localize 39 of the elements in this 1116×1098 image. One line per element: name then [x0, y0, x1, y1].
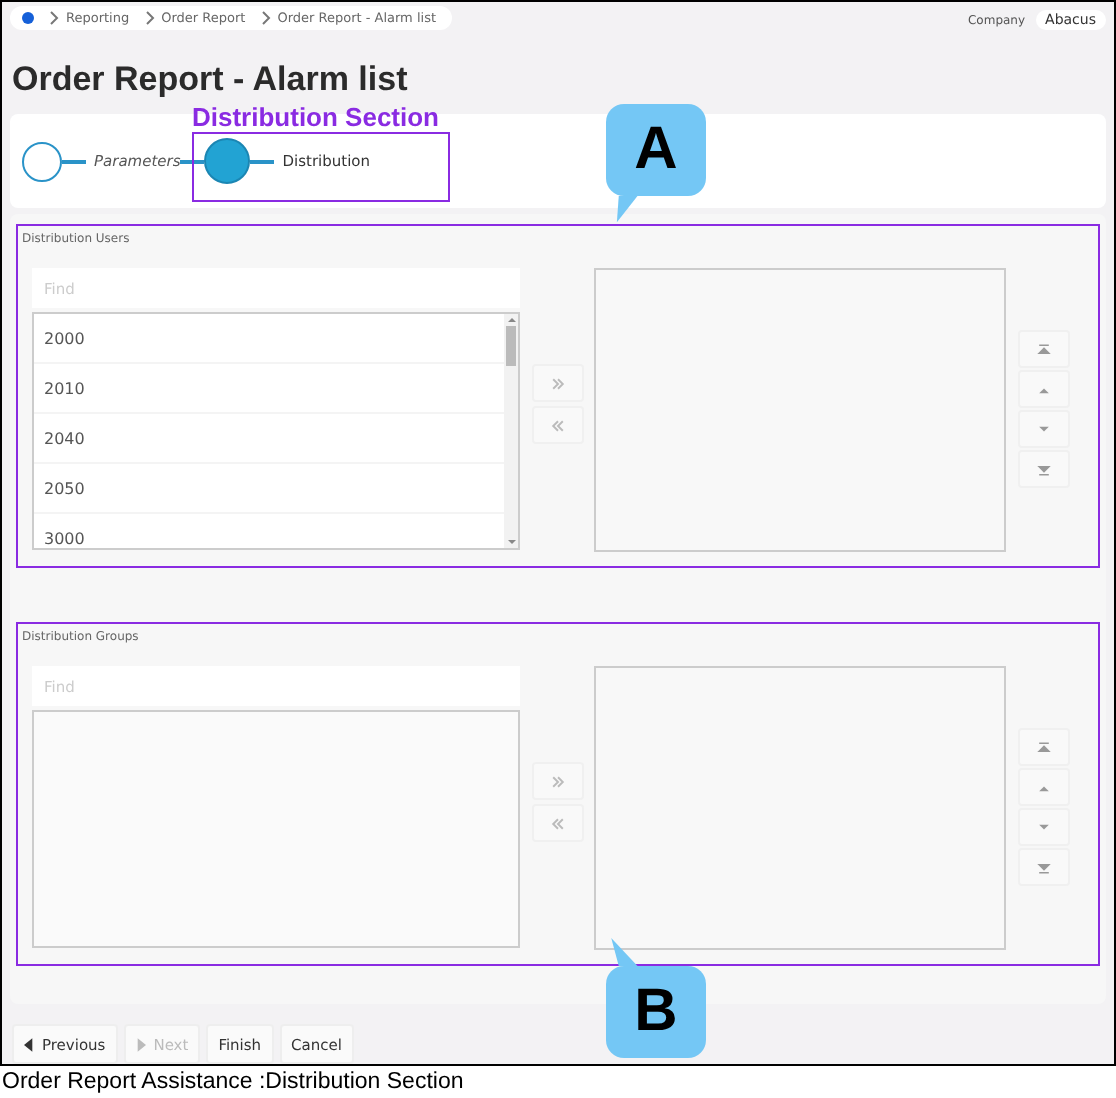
remove-button[interactable]	[532, 406, 584, 444]
add-button[interactable]	[532, 364, 584, 402]
triangle-down-icon	[1036, 421, 1052, 437]
list-item[interactable]: 3000	[34, 514, 504, 548]
chevron-icon	[259, 10, 272, 26]
list-item[interactable]: 2000	[34, 314, 504, 364]
move-up-button[interactable]	[1018, 370, 1070, 408]
double-chevron-right-icon	[550, 773, 566, 789]
double-chevron-left-icon	[550, 815, 566, 831]
move-top-button[interactable]	[1018, 728, 1070, 766]
move-up-button[interactable]	[1018, 768, 1070, 806]
move-bottom-icon	[1036, 461, 1052, 477]
chevron-icon	[143, 10, 156, 26]
list-item[interactable]: 2040	[34, 414, 504, 464]
double-chevron-right-icon	[550, 375, 566, 391]
move-down-button[interactable]	[1018, 808, 1070, 846]
home-icon[interactable]	[22, 12, 34, 24]
chevron-icon	[48, 10, 60, 26]
double-chevron-left-icon	[550, 417, 566, 433]
remove-button[interactable]	[532, 804, 584, 842]
triangle-down-icon	[1036, 819, 1052, 835]
triangle-left-icon	[24, 1037, 34, 1051]
move-bottom-button[interactable]	[1018, 848, 1070, 886]
triangle-right-icon	[135, 1037, 146, 1051]
move-bottom-button[interactable]	[1018, 450, 1070, 488]
move-bottom-icon	[1036, 859, 1052, 875]
move-top-icon	[1036, 739, 1052, 755]
scrollbar-thumb[interactable]	[506, 326, 516, 366]
move-down-button[interactable]	[1018, 410, 1070, 448]
scrollbar[interactable]	[504, 314, 518, 548]
move-top-button[interactable]	[1018, 330, 1070, 368]
page-title: Order Report - Alarm list	[12, 60, 410, 102]
annotation-label: Distribution Section	[192, 102, 439, 132]
move-top-icon	[1036, 341, 1052, 357]
list-item[interactable]: 2010	[34, 364, 504, 414]
list-item[interactable]: 2050	[34, 464, 504, 514]
add-button[interactable]	[532, 762, 584, 800]
scroll-down-icon[interactable]	[505, 536, 517, 548]
caption: Order Report Assistance :Distribution Section	[0, 1068, 466, 1094]
